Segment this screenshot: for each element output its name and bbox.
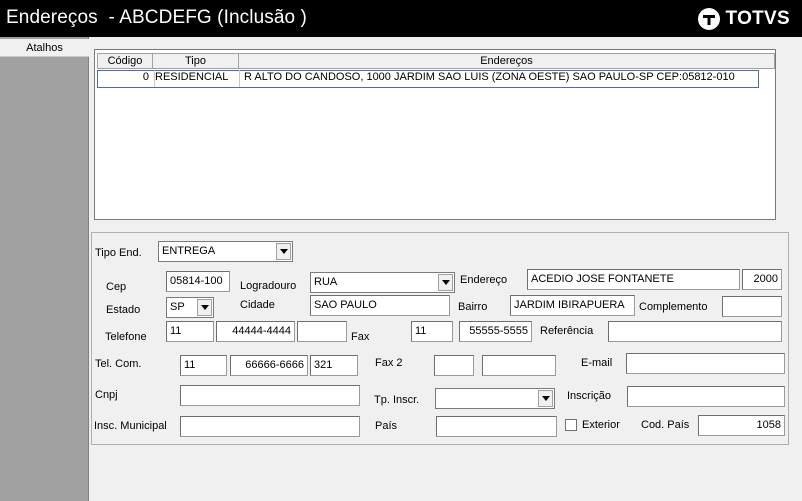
fax2-numero-input[interactable]: [482, 355, 556, 376]
logradouro-select[interactable]: RUA: [310, 272, 455, 293]
fax2-label: Fax 2: [375, 357, 403, 369]
tp-inscr-select[interactable]: [435, 388, 555, 409]
pais-input[interactable]: [436, 416, 557, 437]
logradouro-label: Logradouro: [240, 280, 297, 292]
shortcuts-sidebar: Atalhos: [0, 37, 89, 501]
referencia-input[interactable]: [608, 321, 782, 342]
email-input[interactable]: [626, 353, 785, 374]
column-header-enderecos[interactable]: Endereços: [238, 53, 775, 69]
exterior-label: Exterior: [582, 419, 620, 431]
column-header-codigo[interactable]: Código: [97, 53, 153, 69]
bairro-label: Bairro: [458, 301, 488, 313]
endereco-input[interactable]: ACEDIO JOSE FONTANETE: [527, 269, 740, 290]
chevron-down-icon[interactable]: [197, 299, 212, 316]
tel-com-ramal-input[interactable]: 321: [310, 355, 358, 376]
title-bar: Endereços - ABCDEFG (Inclusão ) TOTVS: [0, 0, 802, 37]
complemento-input[interactable]: [722, 296, 782, 317]
cep-input[interactable]: 05814-100: [166, 271, 230, 292]
tel-com-label: Tel. Com.: [95, 358, 142, 370]
fax-ddd-input[interactable]: 11: [411, 321, 453, 342]
inscricao-input[interactable]: [627, 386, 785, 407]
telefone-ramal-input[interactable]: [297, 321, 347, 342]
endereco-numero-input[interactable]: 2000: [742, 269, 782, 290]
estado-value: SP: [170, 301, 185, 313]
endereco-label: Endereço: [460, 274, 508, 286]
logradouro-value: RUA: [314, 276, 338, 288]
sidebar-header[interactable]: Atalhos: [0, 39, 89, 57]
cell-tipo: RESIDENCIAL: [154, 70, 238, 87]
chevron-down-icon[interactable]: [538, 390, 553, 407]
cidade-label: Cidade: [240, 299, 275, 311]
email-label: E-mail: [581, 357, 613, 369]
logo-text: TOTVS: [725, 8, 790, 29]
totvs-logo-icon: [697, 8, 720, 30]
sidebar-label: Atalhos: [26, 42, 63, 54]
window-title: Endereços - ABCDEFG (Inclusão ): [6, 7, 307, 28]
telefone-numero-input[interactable]: 44444-4444: [216, 321, 295, 342]
exterior-checkbox[interactable]: [565, 419, 577, 431]
insc-municipal-input[interactable]: [180, 416, 360, 437]
tp-inscr-label: Tp. Inscr.: [374, 394, 420, 406]
cnpj-input[interactable]: [180, 385, 360, 406]
pais-label: País: [375, 420, 398, 432]
tel-com-numero-input[interactable]: 66666-6666: [230, 355, 308, 376]
totvs-logo: TOTVS: [697, 6, 791, 32]
estado-label: Estado: [106, 304, 141, 316]
tipo-end-label: Tipo End.: [95, 247, 142, 259]
cidade-input[interactable]: SAO PAULO: [310, 295, 450, 316]
telefone-label: Telefone: [105, 331, 147, 343]
estado-select[interactable]: SP: [166, 297, 214, 318]
tipo-end-select[interactable]: ENTREGA: [158, 241, 293, 262]
inscricao-label: Inscrição: [567, 390, 612, 402]
tipo-end-value: ENTREGA: [162, 245, 216, 257]
fax-label: Fax: [351, 331, 370, 343]
complemento-label: Complemento: [639, 301, 708, 313]
cnpj-label: Cnpj: [95, 389, 118, 401]
referencia-label: Referência: [540, 325, 594, 337]
telefone-ddd-input[interactable]: 11: [166, 321, 214, 342]
bairro-input[interactable]: JARDIM IBIRAPUERA: [510, 295, 635, 316]
insc-municipal-label: Insc. Municipal: [94, 420, 167, 432]
cod-pais-label: Cod. País: [641, 419, 690, 431]
column-header-tipo[interactable]: Tipo: [152, 53, 239, 69]
chevron-down-icon[interactable]: [276, 243, 291, 260]
addresses-grid[interactable]: Código Tipo Endereços 0 RESIDENCIAL R AL…: [94, 49, 776, 220]
fax-numero-input[interactable]: 55555-5555: [459, 321, 532, 342]
fax2-ddd-input[interactable]: [434, 355, 474, 376]
tel-com-ddd-input[interactable]: 11: [180, 355, 227, 376]
cell-codigo: 0: [142, 71, 149, 83]
cell-endereco: R ALTO DO CANDOSO, 1000 JARDIM SAO LUIS …: [239, 70, 758, 87]
chevron-down-icon[interactable]: [438, 274, 453, 291]
cod-pais-input[interactable]: 1058: [698, 415, 785, 436]
cep-label: Cep: [106, 281, 127, 293]
